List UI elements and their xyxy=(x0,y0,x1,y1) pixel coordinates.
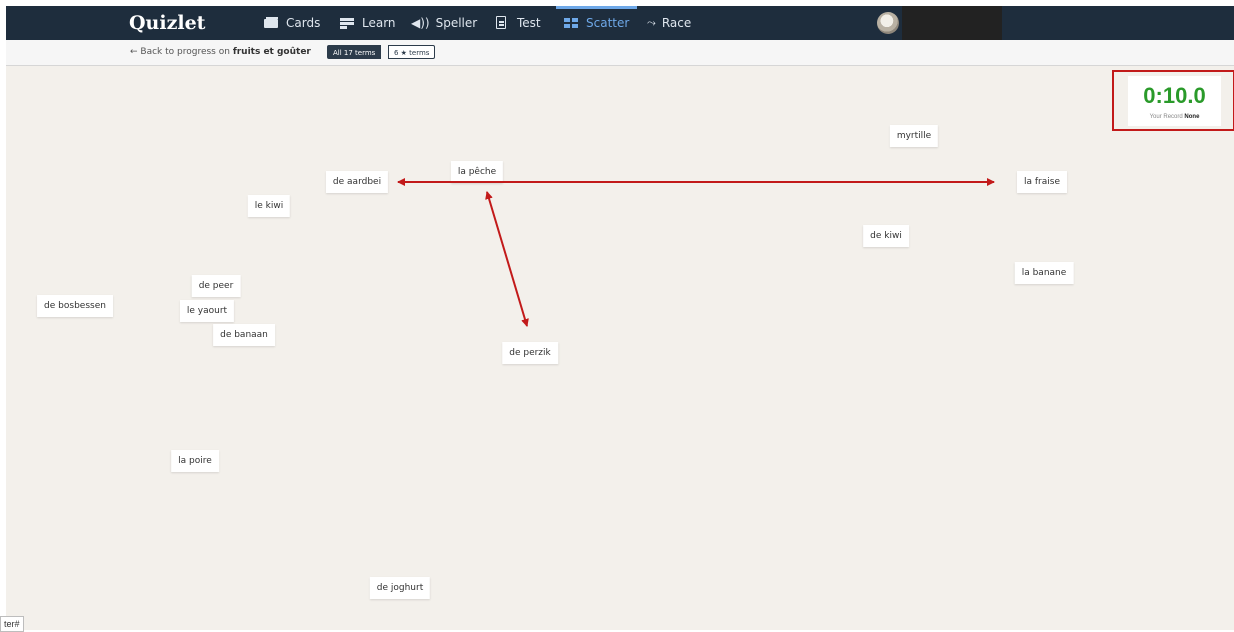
user-menu[interactable] xyxy=(902,6,1002,40)
term-tile[interactable]: de aardbei xyxy=(325,171,389,193)
timer-value: 0:10.0 xyxy=(1143,83,1206,108)
nav-test[interactable]: Test xyxy=(495,6,541,40)
test-icon xyxy=(495,16,511,30)
cards-icon xyxy=(264,16,280,30)
term-tile[interactable]: la poire xyxy=(171,450,219,472)
starred-terms-toggle[interactable]: 6 ★ terms xyxy=(388,45,436,59)
learn-icon xyxy=(340,16,356,30)
set-name: fruits et goûter xyxy=(232,47,311,57)
nav-test-label: Test xyxy=(517,16,541,30)
nav-learn[interactable]: Learn xyxy=(340,6,396,40)
nav-speller-label: Speller xyxy=(435,16,478,30)
timer-highlight-box: 0:10.0 Your Record None xyxy=(1112,70,1234,131)
term-tile[interactable]: de kiwi xyxy=(863,225,909,247)
top-navigation: Quizlet Cards Learn ◀)) Speller Test Sca… xyxy=(6,6,1234,40)
race-icon: ⤳ xyxy=(647,16,656,29)
nav-scatter-label: Scatter xyxy=(586,16,630,30)
term-tile[interactable]: la fraise xyxy=(1017,171,1067,193)
term-tile[interactable]: le kiwi xyxy=(247,195,291,217)
term-tile[interactable]: de peer xyxy=(191,275,241,297)
record-line: Your Record None xyxy=(1128,114,1221,120)
nav-speller[interactable]: ◀)) Speller xyxy=(411,6,477,40)
nav-race[interactable]: ⤳ Race xyxy=(647,6,691,40)
sub-toolbar: ← Back to progress on fruits et goûter A… xyxy=(6,40,1234,66)
term-tile[interactable]: la banane xyxy=(1014,262,1074,284)
back-link-prefix: ← Back to progress on xyxy=(130,47,230,57)
term-tile[interactable]: de banaan xyxy=(213,324,275,346)
scatter-icon xyxy=(564,16,580,30)
nav-learn-label: Learn xyxy=(362,16,396,30)
scatter-board xyxy=(6,66,1234,630)
back-to-progress-link[interactable]: ← Back to progress on fruits et goûter xyxy=(130,47,311,57)
term-tile[interactable]: de perzik xyxy=(502,342,558,364)
nav-cards-label: Cards xyxy=(286,16,321,30)
term-tile[interactable]: myrtille xyxy=(889,125,939,147)
nav-scatter[interactable]: Scatter xyxy=(555,6,638,40)
term-tile[interactable]: le yaourt xyxy=(179,300,235,322)
speaker-icon: ◀)) xyxy=(411,16,430,30)
all-terms-toggle[interactable]: All 17 terms xyxy=(327,45,382,59)
nav-race-label: Race xyxy=(661,16,692,30)
term-tile[interactable]: de bosbessen xyxy=(37,295,113,317)
timer-card: 0:10.0 Your Record None xyxy=(1128,76,1221,126)
record-label: Your Record xyxy=(1149,114,1183,120)
term-tile[interactable]: de joghurt xyxy=(369,577,431,599)
quizlet-logo[interactable]: Quizlet xyxy=(129,10,205,36)
nav-cards[interactable]: Cards xyxy=(264,6,320,40)
record-value: None xyxy=(1184,114,1200,120)
avatar-icon[interactable] xyxy=(877,12,899,34)
term-tile[interactable]: la pêche xyxy=(450,161,504,183)
